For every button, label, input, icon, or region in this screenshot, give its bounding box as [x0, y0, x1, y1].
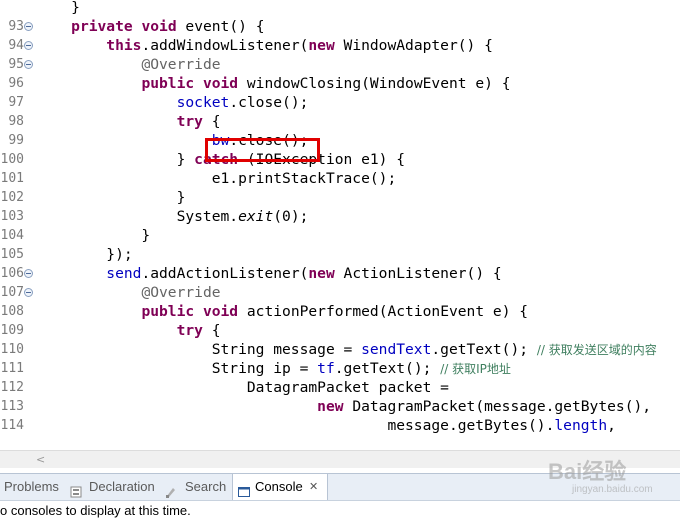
code-line[interactable]: 104 } [0, 226, 680, 245]
fold-toggle-icon[interactable] [24, 60, 33, 69]
code-line[interactable]: 94 this.addWindowListener(new WindowAdap… [0, 36, 680, 55]
line-number: 98 [8, 114, 24, 129]
code-line[interactable]: 96 public void windowClosing(WindowEvent… [0, 74, 680, 93]
tab-problems-label: Problems [4, 479, 59, 494]
line-number: 111 [0, 361, 24, 376]
scroll-left-icon[interactable]: < [36, 453, 45, 466]
code-text: DatagramPacket packet = [36, 379, 449, 396]
console-message-text: o consoles to display at this time. [0, 503, 191, 518]
code-line[interactable]: 98 try { [0, 112, 680, 131]
code-line[interactable]: 106 send.addActionListener(new ActionLis… [0, 264, 680, 283]
code-line[interactable]: 93 private void event() { [0, 17, 680, 36]
watermark-subtitle: jingyan.baidu.com [572, 484, 653, 495]
line-number: 93 [8, 19, 24, 34]
code-text: }); [36, 246, 133, 263]
tab-console-label: Console [255, 479, 303, 494]
line-number: 110 [0, 342, 24, 357]
declaration-icon [70, 481, 82, 498]
tab-console[interactable]: Console ✕ [232, 474, 328, 500]
tab-declaration-label: Declaration [89, 479, 155, 494]
code-line[interactable]: 108 public void actionPerformed(ActionEv… [0, 302, 680, 321]
highlight-box [205, 138, 320, 162]
close-icon[interactable]: ✕ [309, 474, 318, 500]
code-line[interactable]: 101 e1.printStackTrace(); [0, 169, 680, 188]
code-text: @Override [141, 284, 221, 301]
line-number: 108 [0, 304, 24, 319]
search-icon [165, 481, 177, 498]
line-number: 107 [0, 285, 24, 300]
line-number: 109 [0, 323, 24, 338]
code-line[interactable]: } [0, 0, 680, 17]
code-text: String ip = tf.getText(); // 获取IP地址 [36, 360, 511, 377]
code-text: message.getBytes().length, [36, 417, 616, 434]
code-text: } [71, 0, 80, 16]
tab-search[interactable]: Search [165, 474, 231, 500]
code-text: String message = sendText.getText(); // … [36, 341, 657, 358]
code-text: socket.close(); [176, 94, 309, 111]
code-editor[interactable]: } 93 private void event() {94 this.addWin… [0, 0, 680, 450]
code-text: } [36, 227, 151, 244]
fold-toggle-icon[interactable] [24, 22, 33, 31]
code-line[interactable]: 107 @Override [0, 283, 680, 302]
code-line[interactable]: 102 } [0, 188, 680, 207]
watermark-logo: Bai经验 [548, 459, 627, 484]
code-line[interactable]: 112 DatagramPacket packet = [0, 378, 680, 397]
console-icon [238, 481, 250, 497]
code-line[interactable]: 109 try { [0, 321, 680, 340]
code-line[interactable]: 114 message.getBytes().length, [0, 416, 680, 435]
fold-toggle-icon[interactable] [24, 41, 33, 50]
line-number: 106 [0, 266, 24, 281]
code-line[interactable]: 95 @Override [0, 55, 680, 74]
line-number: 101 [0, 171, 24, 186]
fold-toggle-icon[interactable] [24, 269, 33, 278]
code-line[interactable]: 113 new DatagramPacket(message.getBytes(… [0, 397, 680, 416]
line-number: 103 [0, 209, 24, 224]
code-line[interactable]: 97 socket.close(); [0, 93, 680, 112]
watermark: Bai经验 jingyan.baidu.com [548, 446, 680, 502]
code-text: try { [176, 113, 221, 130]
code-text: this.addWindowListener(new WindowAdapter… [106, 37, 493, 54]
code-text: @Override [141, 56, 221, 73]
line-number: 114 [0, 418, 24, 433]
code-line[interactable]: 105 }); [0, 245, 680, 264]
line-number: 97 [8, 95, 24, 110]
tab-declaration[interactable]: Declaration [70, 474, 162, 500]
tab-search-label: Search [185, 479, 227, 494]
code-text: } [36, 189, 186, 206]
tab-problems[interactable]: Problems [0, 474, 76, 500]
code-text: public void actionPerformed(ActionEvent … [141, 303, 529, 320]
line-number: 96 [8, 76, 24, 91]
console-message: o consoles to display at this time. [0, 501, 680, 520]
code-text: System.exit(0); [36, 208, 309, 225]
line-number: 95 [8, 57, 24, 72]
line-number: 99 [8, 133, 24, 148]
code-text: private void event() { [71, 18, 265, 35]
line-number: 112 [0, 380, 24, 395]
code-line[interactable]: 99 bw.close(); [0, 131, 680, 150]
line-number: 100 [0, 152, 24, 167]
code-text: send.addActionListener(new ActionListene… [106, 265, 502, 282]
line-number: 104 [0, 228, 24, 243]
code-line[interactable]: 103 System.exit(0); [0, 207, 680, 226]
line-number: 94 [8, 38, 24, 53]
code-line[interactable]: 100 } catch (IOException e1) { [0, 150, 680, 169]
line-number: 105 [0, 247, 24, 262]
line-number: 102 [0, 190, 24, 205]
line-number: 113 [0, 399, 24, 414]
code-text: public void windowClosing(WindowEvent e)… [141, 75, 511, 92]
code-text: new DatagramPacket(message.getBytes(), [317, 398, 652, 415]
code-line[interactable]: 110 String message = sendText.getText();… [0, 340, 680, 359]
fold-toggle-icon[interactable] [24, 288, 33, 297]
code-text: e1.printStackTrace(); [36, 170, 397, 187]
code-line[interactable]: 111 String ip = tf.getText(); // 获取IP地址 [0, 359, 680, 378]
code-text: try { [176, 322, 221, 339]
